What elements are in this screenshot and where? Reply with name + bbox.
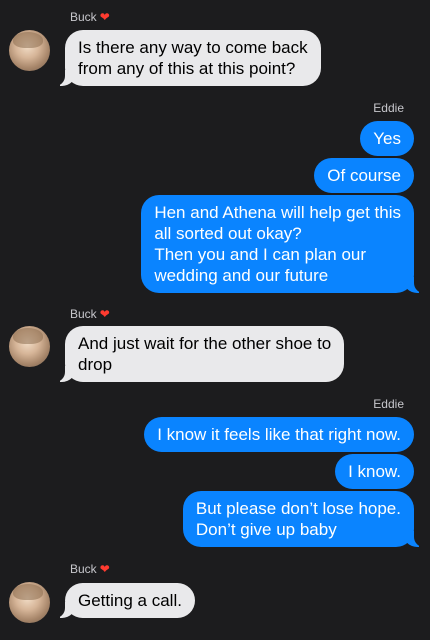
outgoing-message[interactable]: But please don’t lose hope. Don’t give u… [182, 491, 425, 547]
sender-name-eddie: Eddie [373, 101, 404, 115]
red-heart-icon: ❤ [99, 307, 110, 321]
avatar[interactable] [9, 30, 50, 71]
red-heart-icon: ❤ [99, 562, 110, 576]
sender-label: Buck [70, 562, 97, 576]
sender-label: Eddie [373, 101, 404, 115]
message-thread[interactable]: Buck ❤ Is there any way to come back from… [0, 0, 430, 640]
sender-label: Buck [70, 307, 97, 321]
outgoing-message[interactable]: I know it feels like that right now. [144, 417, 414, 452]
outgoing-message[interactable]: Yes [360, 121, 414, 156]
sender-name-eddie: Eddie [373, 397, 404, 411]
incoming-message[interactable]: Getting a call. [55, 583, 195, 618]
avatar[interactable] [9, 582, 50, 623]
outgoing-message[interactable]: Of course [314, 158, 414, 193]
sender-name-buck: Buck ❤ [70, 307, 110, 321]
sender-name-buck: Buck ❤ [70, 562, 110, 576]
sender-name-buck: Buck ❤ [70, 10, 110, 24]
incoming-message[interactable]: And just wait for the other shoe to drop [54, 326, 345, 382]
sender-label: Eddie [373, 397, 404, 411]
avatar[interactable] [9, 326, 50, 367]
sender-label: Buck [70, 10, 97, 24]
incoming-message[interactable]: Is there any way to come back from any o… [55, 30, 321, 86]
outgoing-message[interactable]: Hen and Athena will help get this all so… [141, 195, 424, 293]
outgoing-message[interactable]: I know. [335, 454, 414, 489]
red-heart-icon: ❤ [99, 10, 110, 24]
